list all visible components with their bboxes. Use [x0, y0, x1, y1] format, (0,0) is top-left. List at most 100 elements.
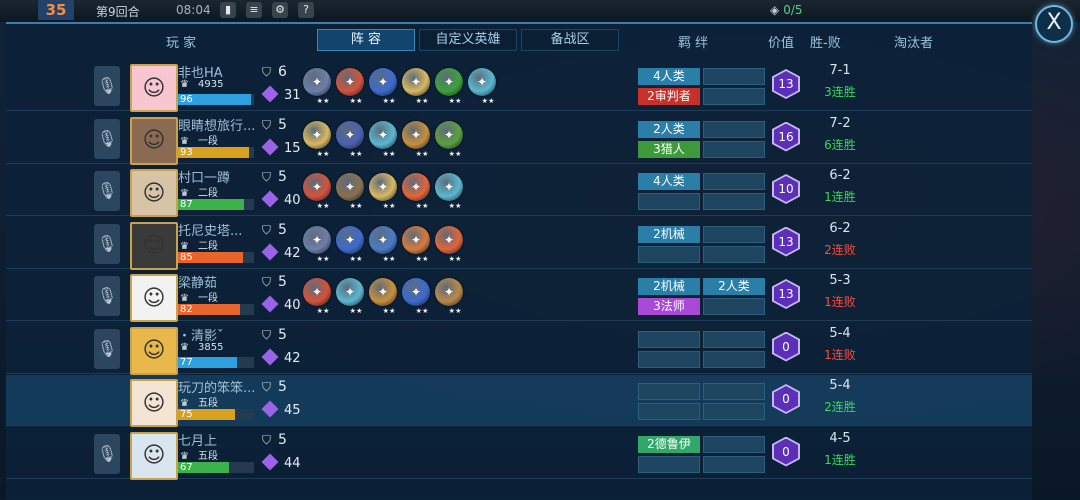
unit-icon[interactable]: ✦	[303, 225, 331, 254]
rank-icon: ♛	[180, 79, 189, 90]
synergy-badge[interactable]: 4人类	[638, 173, 700, 190]
tab-bench[interactable]: 备战区	[521, 29, 619, 51]
synergy-badge[interactable]	[703, 173, 765, 190]
unit-icon[interactable]: ✦	[303, 173, 331, 201]
scoreboard-panel: 玩 家 阵 容 自定义英雄 备战区 羁 绊 价值 胜-败 淘汰者 🎙 ☺ 非也HA ♛…	[6, 22, 1032, 500]
synergy-badge[interactable]: 2机械	[638, 225, 700, 243]
player-rank: ♛ 一段	[180, 135, 218, 147]
player-row[interactable]: 🎙 ☺ 非也HA ♛ 4935 96 ⛉ 6 31 ✦ ✦ ✦ ✦ ✦ ✦ ★ ★ ★ ★ ★ ★ ★ ★ ★ ★ ★ …	[6, 60, 1032, 112]
synergy-badge[interactable]	[638, 455, 700, 473]
tab-custom-heroes[interactable]: 自定义英雄	[419, 29, 517, 51]
unit-icon[interactable]: ✦	[369, 225, 397, 254]
unit-icon[interactable]: ✦	[369, 120, 397, 149]
mic-icon[interactable]: 🎙	[94, 223, 120, 264]
synergy-badge[interactable]	[703, 225, 765, 243]
synergy-badge[interactable]	[703, 383, 765, 400]
synergy-badge[interactable]	[703, 120, 765, 138]
unit-icon[interactable]: ✦	[435, 120, 463, 149]
player-row[interactable]: 🎙 ☺ 眼睛想旅行... ♛ 一段 93 ⛉ 5 15 ✦ ✦ ✦ ✦ ✦ ★ ★ ★ ★ ★ ★ ★ ★ ★ ★ 2…	[6, 113, 1032, 165]
synergy-badge[interactable]: 2人类	[638, 120, 700, 138]
avatar[interactable]: ☺	[130, 379, 178, 427]
streak-label: 2连胜	[824, 400, 856, 414]
synergy-badge[interactable]: 2人类	[703, 278, 765, 295]
unit-icon[interactable]: ✦	[402, 225, 430, 254]
synergy-badge[interactable]	[703, 298, 765, 315]
synergy-badge[interactable]: 3法师	[638, 298, 700, 315]
unit-icon[interactable]: ✦	[435, 68, 463, 96]
player-row[interactable]: ☺ 玩刀的笨笨... ♛ 五段 75 ⛉ 5 45 0 5-4 2连胜	[6, 375, 1032, 427]
mic-icon[interactable]: 🎙	[94, 118, 120, 159]
unit-icon[interactable]: ✦	[402, 120, 430, 149]
avatar[interactable]: ☺	[130, 169, 178, 217]
unit-icon[interactable]: ✦	[336, 173, 364, 201]
value-hexagon: 16	[772, 121, 800, 152]
unit-icon[interactable]: ✦	[369, 68, 397, 96]
helmet-icon: ⛉	[262, 432, 272, 447]
mic-icon[interactable]: 🎙	[94, 171, 120, 211]
synergy-badge[interactable]	[703, 330, 765, 348]
unit-icon[interactable]: ✦	[468, 68, 496, 96]
synergy-badge[interactable]: 2审判者	[638, 88, 700, 105]
unit-icon[interactable]: ✦	[435, 278, 463, 306]
mic-icon[interactable]: 🎙	[94, 328, 120, 369]
gear-icon[interactable]: ⚙	[272, 2, 288, 18]
synergy-badge[interactable]	[703, 435, 765, 453]
unit-icon[interactable]: ✦	[303, 68, 331, 96]
synergy-badge[interactable]	[703, 68, 765, 85]
avatar[interactable]: ☺	[130, 431, 178, 480]
unit-icon[interactable]: ✦	[336, 278, 364, 306]
hp-bar: 67	[178, 461, 254, 473]
unit-icon[interactable]: ✦	[369, 278, 397, 306]
synergy-badge[interactable]	[638, 403, 700, 420]
mic-icon[interactable]: 🎙	[94, 276, 120, 316]
synergy-badge[interactable]	[638, 245, 700, 263]
avatar[interactable]: ☺	[130, 326, 178, 375]
star-icon: ★ ★	[349, 97, 363, 105]
synergy-badge[interactable]: 2机械	[638, 278, 700, 295]
synergy-badge[interactable]	[703, 245, 765, 263]
unit-icon[interactable]: ✦	[435, 225, 463, 254]
close-button[interactable]: X	[1035, 5, 1073, 43]
synergy-badge[interactable]	[703, 140, 765, 158]
unit-icon[interactable]: ✦	[402, 278, 430, 306]
player-row[interactable]: 🎙 ☺ 托尼史塔... ♛ 二段 85 ⛉ 5 42 ✦ ✦ ✦ ✦ ✦ ★ ★ ★ ★ ★ ★ ★ ★ ★ ★ 2机…	[6, 218, 1032, 270]
notes-icon[interactable]: ≡	[246, 2, 262, 18]
unit-icon[interactable]: ✦	[336, 68, 364, 96]
avatar[interactable]: ☺	[130, 64, 178, 112]
synergy-badge[interactable]: 3猎人	[638, 140, 700, 158]
synergy-badge[interactable]	[638, 330, 700, 348]
star-icon: ★ ★	[415, 254, 429, 263]
synergy-badge[interactable]	[638, 350, 700, 368]
player-row[interactable]: 🎙 ☺ 梁静茹 ♛ 一段 82 ⛉ 5 40 ✦ ✦ ✦ ✦ ✦ ★ ★ ★ ★ ★ ★ ★ ★ ★ ★ 2机械 2人类…	[6, 270, 1032, 322]
player-row[interactable]: 🎙 ☺ 七月上 ♛ 五段 67 ⛉ 5 44 2德鲁伊 0 4-5 1连胜	[6, 428, 1032, 480]
unit-icon[interactable]: ✦	[402, 173, 430, 201]
mic-icon[interactable]: 🎙	[94, 433, 120, 474]
synergy-badge[interactable]	[638, 193, 700, 210]
synergy-badge[interactable]	[703, 88, 765, 105]
tab-lineup[interactable]: 阵 容	[317, 29, 415, 51]
unit-icon[interactable]: ✦	[336, 120, 364, 149]
synergy-badge[interactable]	[703, 350, 765, 368]
avatar[interactable]: ☺	[130, 221, 178, 270]
avatar[interactable]: ☺	[130, 116, 178, 165]
help-icon[interactable]: ?	[298, 2, 314, 18]
unit-icon[interactable]: ✦	[435, 173, 463, 201]
synergy-badge[interactable]: 2德鲁伊	[638, 435, 700, 453]
mic-icon[interactable]: 🎙	[94, 66, 120, 106]
player-row[interactable]: 🎙 ☺ 村口一蹲 ♛ 二段 87 ⛉ 5 40 ✦ ✦ ✦ ✦ ✦ ★ ★ ★ ★ ★ ★ ★ ★ ★ ★ 4人类 10…	[6, 165, 1032, 217]
unit-icon[interactable]: ✦	[303, 120, 331, 149]
unit-icon[interactable]: ✦	[369, 173, 397, 201]
win-loss-record: 7-1	[829, 63, 851, 78]
unit-icon[interactable]: ✦	[303, 278, 331, 306]
synergy-badge[interactable]	[703, 455, 765, 473]
synergy-badge[interactable]	[638, 383, 700, 400]
synergy-badge[interactable]	[703, 403, 765, 420]
avatar[interactable]: ☺	[130, 274, 178, 322]
synergy-badge[interactable]	[703, 193, 765, 210]
player-row[interactable]: 🎙 ☺ ・清影ˇ ♛ 3855 77 ⛉ 5 42 0 5-4 1连败	[6, 323, 1032, 375]
hp-bar: 75	[178, 409, 254, 420]
synergy-badge[interactable]: 4人类	[638, 68, 700, 85]
unit-icon[interactable]: ✦	[336, 225, 364, 254]
round-label: 第9回合	[96, 5, 140, 19]
unit-icon[interactable]: ✦	[402, 68, 430, 96]
